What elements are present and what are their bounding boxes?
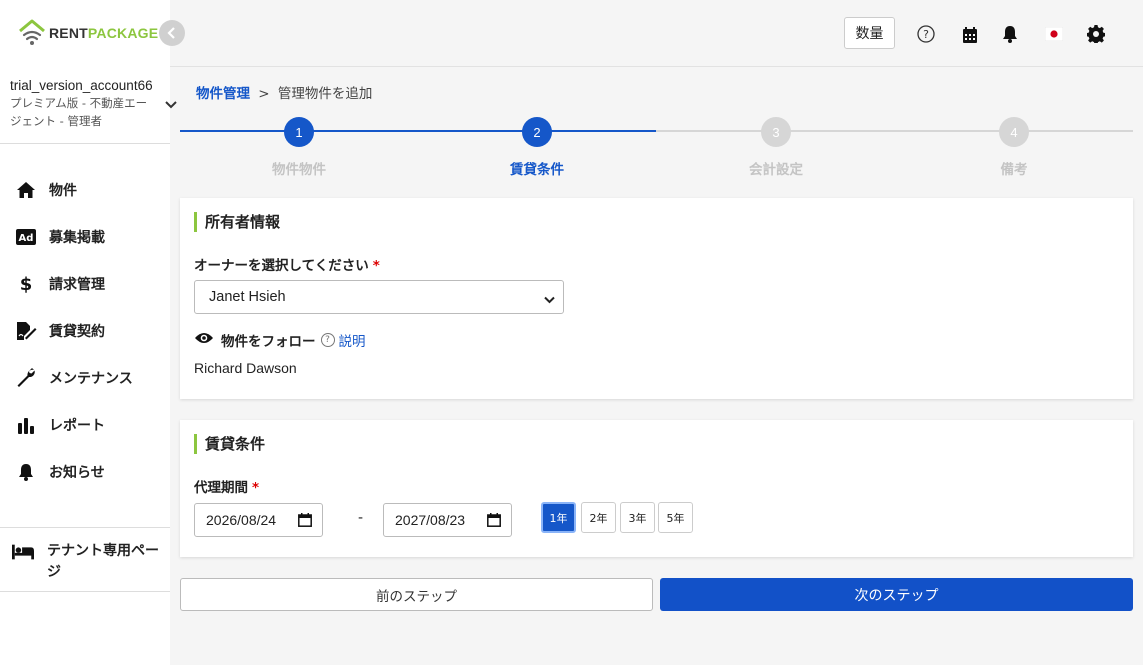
lease-terms-card: 賃貸条件 代理期間 * 2026/08/24 - 2027/08/23 1年 2年… bbox=[180, 420, 1133, 557]
start-date-input[interactable]: 2026/08/24 bbox=[194, 503, 323, 537]
chevron-down-icon bbox=[544, 292, 555, 308]
step-2-label: 賃貸条件 bbox=[510, 162, 564, 178]
sidebar-item-notifications[interactable]: お知らせ bbox=[0, 448, 170, 495]
follower-name: Richard Dawson bbox=[194, 360, 297, 376]
svg-text:Ad: Ad bbox=[19, 233, 34, 244]
step-3-label: 会計設定 bbox=[749, 162, 803, 178]
bed-icon bbox=[12, 542, 34, 562]
nav-divider bbox=[0, 591, 170, 592]
sidebar-item-label: 請求管理 bbox=[49, 276, 105, 293]
sidebar-item-label: メンテナンス bbox=[49, 370, 133, 387]
wrench-icon bbox=[15, 367, 37, 388]
notification-bell-icon[interactable] bbox=[1000, 24, 1020, 44]
term-1-year-button[interactable]: 1年 bbox=[541, 502, 576, 533]
eye-icon[interactable] bbox=[194, 331, 214, 349]
progress-stepper: 1 物件物件 2 賃貸条件 3 会計設定 4 備考 bbox=[180, 117, 1133, 178]
sidebar-item-listings[interactable]: Ad 募集掲載 bbox=[0, 213, 170, 260]
home-icon bbox=[15, 180, 37, 200]
calendar-icon[interactable] bbox=[960, 25, 980, 45]
term-5-year-button[interactable]: 5年 bbox=[658, 502, 693, 533]
sidebar-item-label: 賃貸契約 bbox=[49, 323, 105, 340]
step-1-circle[interactable]: 1 bbox=[284, 117, 314, 147]
sidebar-nav: 物件 Ad 募集掲載 $ 請求管理 賃貸契約 メンテナンス レポート お知らせ bbox=[0, 166, 170, 495]
sidebar-item-properties[interactable]: 物件 bbox=[0, 166, 170, 213]
term-3-year-button[interactable]: 3年 bbox=[620, 502, 655, 533]
owner-select-label: オーナーを選択してください * bbox=[194, 254, 380, 274]
app-logo[interactable]: RENTPACKAGE bbox=[17, 19, 158, 47]
date-range-separator: - bbox=[358, 510, 364, 526]
follow-label: 物件をフォロー bbox=[221, 334, 316, 350]
required-mark: * bbox=[372, 258, 380, 274]
account-name: trial_version_account66 bbox=[10, 78, 153, 93]
start-date-value: 2026/08/24 bbox=[206, 512, 277, 528]
sidebar-item-tenant-page[interactable]: テナント専用ページ bbox=[0, 528, 170, 592]
end-date-input[interactable]: 2027/08/23 bbox=[383, 503, 512, 537]
sidebar-item-label: テナント専用ページ bbox=[47, 543, 159, 580]
sidebar-item-label: 募集掲載 bbox=[49, 229, 105, 246]
chevron-down-icon[interactable] bbox=[165, 98, 177, 114]
step-4-circle[interactable]: 4 bbox=[999, 117, 1029, 147]
contract-icon bbox=[15, 321, 37, 341]
sidebar: RENTPACKAGE trial_version_account66 プレミア… bbox=[0, 0, 177, 665]
logo-rent: RENT bbox=[49, 25, 88, 41]
top-header: 数量 ? bbox=[170, 0, 1143, 67]
calendar-icon[interactable] bbox=[298, 513, 312, 530]
chart-icon bbox=[15, 415, 37, 435]
section-title: 所有者情報 bbox=[194, 212, 280, 232]
previous-step-button[interactable]: 前のステップ bbox=[180, 578, 653, 611]
sidebar-item-label: レポート bbox=[49, 417, 105, 434]
bell-icon bbox=[15, 462, 37, 482]
house-wifi-logo-icon bbox=[17, 19, 47, 47]
end-date-value: 2027/08/23 bbox=[395, 512, 466, 528]
svg-text:?: ? bbox=[923, 28, 929, 41]
logo-package: PACKAGE bbox=[87, 25, 159, 41]
sidebar-item-label: 物件 bbox=[49, 182, 77, 199]
question-circle-icon: ? bbox=[320, 333, 335, 347]
account-switcher[interactable]: trial_version_account66 プレミアム版 - 不動産エージェ… bbox=[0, 68, 177, 144]
sidebar-item-contracts[interactable]: 賃貸契約 bbox=[0, 307, 170, 354]
sidebar-collapse-button[interactable] bbox=[159, 20, 185, 46]
owner-select-label-text: オーナーを選択してください bbox=[194, 258, 369, 274]
dollar-icon: $ bbox=[15, 274, 37, 294]
step-4-label: 備考 bbox=[1000, 162, 1028, 178]
agency-period-label: 代理期間 * bbox=[194, 476, 259, 496]
section-title: 賃貸条件 bbox=[194, 434, 265, 454]
account-plan: プレミアム版 - 不動産エージェント - 管理者 bbox=[10, 96, 148, 128]
breadcrumb-link-properties[interactable]: 物件管理 bbox=[196, 86, 250, 102]
explanation-link[interactable]: 説明 bbox=[339, 330, 366, 350]
breadcrumb-separator: > bbox=[258, 86, 270, 102]
agency-period-label-text: 代理期間 bbox=[194, 480, 248, 496]
settings-gear-icon[interactable] bbox=[1086, 24, 1106, 44]
calendar-icon[interactable] bbox=[487, 513, 501, 530]
breadcrumb-current: 管理物件を追加 bbox=[277, 86, 373, 102]
help-icon[interactable]: ? bbox=[916, 24, 936, 44]
required-mark: * bbox=[252, 480, 260, 496]
next-step-button[interactable]: 次のステップ bbox=[660, 578, 1133, 611]
breadcrumb: 物件管理 > 管理物件を追加 bbox=[196, 82, 372, 102]
term-2-year-button[interactable]: 2年 bbox=[581, 502, 616, 533]
follow-property-row: 物件をフォロー ? 説明 bbox=[194, 330, 366, 350]
step-line-pending bbox=[656, 130, 1133, 132]
owner-info-card: 所有者情報 オーナーを選択してください * Janet Hsieh 物件をフォロー… bbox=[180, 198, 1133, 399]
owner-select-value: Janet Hsieh bbox=[209, 289, 286, 305]
sidebar-item-billing[interactable]: $ 請求管理 bbox=[0, 260, 170, 307]
owner-select[interactable]: Janet Hsieh bbox=[194, 280, 564, 314]
step-2-circle[interactable]: 2 bbox=[522, 117, 552, 147]
step-3-circle[interactable]: 3 bbox=[761, 117, 791, 147]
ad-icon: Ad bbox=[15, 227, 37, 247]
logo-text: RENTPACKAGE bbox=[49, 25, 158, 41]
japan-flag-icon[interactable] bbox=[1044, 24, 1064, 44]
sidebar-item-reports[interactable]: レポート bbox=[0, 401, 170, 448]
step-line-complete bbox=[180, 130, 656, 132]
quantity-button[interactable]: 数量 bbox=[844, 17, 895, 49]
sidebar-item-maintenance[interactable]: メンテナンス bbox=[0, 354, 170, 401]
sidebar-item-label: お知らせ bbox=[49, 464, 105, 481]
svg-text:$: $ bbox=[20, 274, 32, 294]
step-1-label: 物件物件 bbox=[272, 162, 326, 178]
